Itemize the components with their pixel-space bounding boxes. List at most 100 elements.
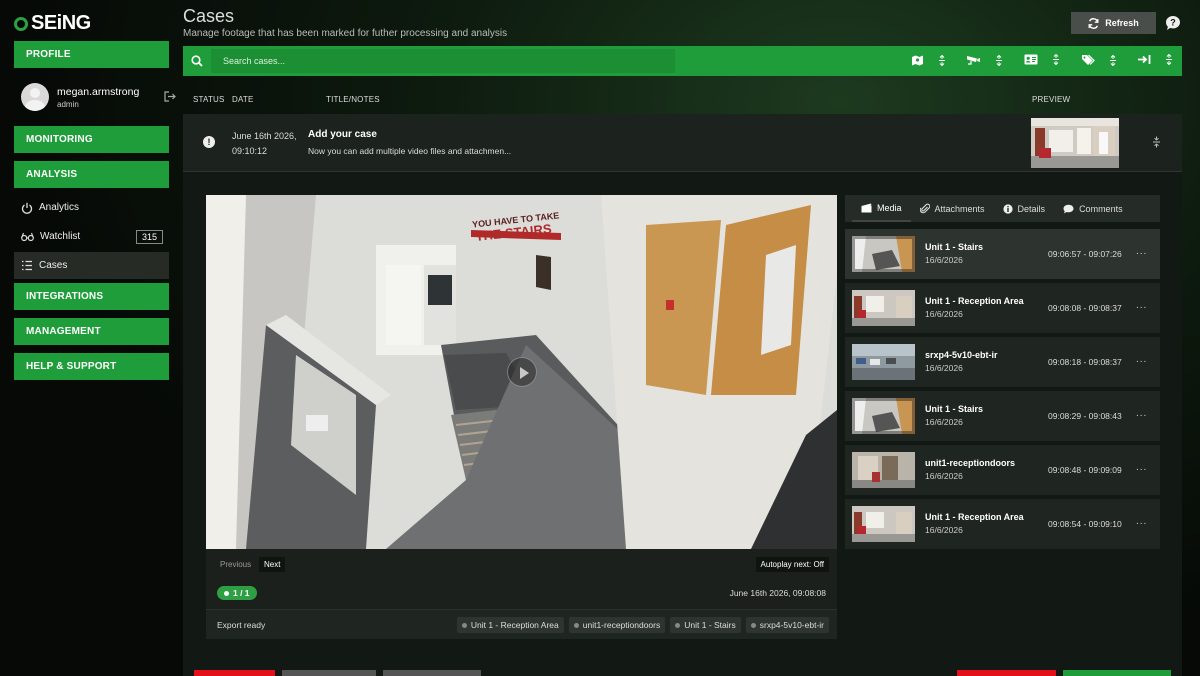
avatar[interactable] [21, 83, 49, 111]
camera-tag[interactable]: Unit 1 - Reception Area [456, 617, 564, 633]
more-options-icon[interactable]: ... [1136, 408, 1147, 419]
case-row[interactable]: ! June 16th 2026, 09:10:12 Add your case… [183, 114, 1182, 172]
nav-integrations[interactable]: INTEGRATIONS [14, 283, 169, 310]
help-chat-icon[interactable]: ? [1165, 15, 1181, 31]
media-time-range: 09:08:18 - 09:08:37 [1048, 357, 1122, 367]
more-options-icon[interactable]: ... [1136, 354, 1147, 365]
media-item[interactable]: Unit 1 - Reception Area 16/6/2026 09:08:… [845, 283, 1160, 333]
sort-icon[interactable] [938, 54, 946, 66]
logo-gear-icon [14, 16, 28, 31]
sidebar-item-label: Watchlist [40, 231, 81, 242]
user-card: megan.armstrong admin [21, 83, 176, 111]
tertiary-action-button[interactable] [383, 670, 481, 676]
tab-comments[interactable]: Comments [1054, 195, 1132, 222]
tags-icon [1082, 54, 1095, 65]
arrow-right-to-line-icon [1138, 55, 1151, 64]
video-timestamp: June 16th 2026, 09:08:08 [729, 588, 826, 598]
sidebar: SEiNG PROFILE megan.armstrong admin MONI… [0, 0, 183, 676]
tab-attachments[interactable]: Attachments [911, 195, 994, 222]
more-options-icon[interactable]: ... [1136, 516, 1147, 527]
sort-icon[interactable] [1165, 54, 1173, 65]
play-button[interactable] [507, 357, 537, 387]
filter-export[interactable] [1137, 54, 1173, 65]
sidebar-item-cases[interactable]: Cases [14, 252, 169, 279]
export-status: Export ready [217, 620, 266, 630]
user-role: admin [57, 100, 79, 109]
search-input[interactable] [211, 49, 675, 73]
nav-monitoring[interactable]: MONITORING [14, 126, 169, 153]
nav-help-support[interactable]: HELP & SUPPORT [14, 353, 169, 380]
user-name: megan.armstrong [57, 86, 140, 98]
tab-media[interactable]: Media [852, 195, 911, 222]
more-options-icon[interactable]: ... [1136, 300, 1147, 311]
sort-icon[interactable] [995, 54, 1003, 66]
video-player[interactable]: YOU HAVE TO TAKE THE STAIRS [206, 195, 837, 549]
logo-text: SEiNG [31, 12, 91, 34]
refresh-label: Refresh [1105, 18, 1139, 28]
nav-analysis[interactable]: ANALYSIS [14, 161, 169, 188]
media-item[interactable]: srxp4-5v10-ebt-ir 16/6/2026 09:08:18 - 0… [845, 337, 1160, 387]
expand-collapse-icon[interactable] [1152, 136, 1161, 148]
next-button[interactable]: Next [259, 557, 286, 572]
filter-tags[interactable] [1081, 54, 1117, 66]
sidebar-item-analytics[interactable]: Analytics [14, 194, 169, 221]
tab-details[interactable]: Details [994, 195, 1055, 222]
map-icon [912, 55, 923, 66]
filter-camera[interactable] [966, 54, 1003, 66]
refresh-button[interactable]: Refresh [1071, 12, 1156, 34]
sidebar-item-label: Cases [39, 260, 68, 271]
column-header-preview: PREVIEW [1032, 95, 1071, 104]
tab-label: Details [1017, 203, 1046, 214]
filter-location[interactable] [911, 54, 946, 66]
media-thumbnail [852, 344, 915, 380]
media-item[interactable]: Unit 1 - Stairs 16/6/2026 09:06:57 - 09:… [845, 229, 1160, 279]
watchlist-count-badge: 315 [135, 229, 163, 244]
tab-label: Attachments [934, 203, 985, 214]
case-preview-thumbnail[interactable] [1031, 118, 1119, 168]
sidebar-item-watchlist[interactable]: Watchlist 315 [14, 223, 169, 250]
secondary-action-button[interactable] [282, 670, 376, 676]
sort-icon[interactable] [1109, 54, 1117, 66]
pager-text: 1 / 1 [233, 588, 250, 598]
paperclip-icon [919, 203, 930, 214]
media-thumbnail [852, 452, 915, 488]
tag-label: unit1-receptiondoors [582, 620, 661, 630]
save-button[interactable] [1063, 670, 1171, 676]
column-header-date[interactable]: DATE [232, 95, 254, 104]
camera-tag[interactable]: srxp4-5v10-ebt-ir [745, 617, 829, 633]
more-options-icon[interactable]: ... [1136, 246, 1147, 257]
autoplay-toggle[interactable]: Autoplay next: Off [755, 557, 829, 572]
media-title: srxp4-5v10-ebt-ir [925, 350, 998, 360]
power-icon [21, 202, 33, 214]
sort-icon[interactable] [1052, 54, 1060, 65]
delete-case-button[interactable] [194, 670, 275, 676]
camera-tag[interactable]: unit1-receptiondoors [568, 617, 666, 633]
search-icon[interactable] [191, 55, 203, 67]
column-header-status[interactable]: STATUS [193, 95, 225, 104]
case-notes: Now you can add multiple video files and… [308, 146, 512, 156]
previous-button[interactable]: Previous [216, 557, 255, 572]
column-header-title[interactable]: TITLE/NOTES [326, 95, 380, 104]
discard-button[interactable] [957, 670, 1056, 676]
logout-icon[interactable] [164, 91, 176, 102]
tag-label: srxp4-5v10-ebt-ir [759, 620, 824, 630]
media-time-range: 09:08:08 - 09:08:37 [1048, 303, 1122, 313]
refresh-icon [1088, 17, 1099, 29]
more-options-icon[interactable]: ... [1136, 462, 1147, 473]
id-card-icon [1024, 54, 1038, 65]
media-item[interactable]: Unit 1 - Stairs 16/6/2026 09:08:29 - 09:… [845, 391, 1160, 441]
media-date: 16/6/2026 [925, 417, 963, 427]
media-title: Unit 1 - Stairs [925, 404, 984, 414]
media-item[interactable]: Unit 1 - Reception Area 16/6/2026 09:08:… [845, 499, 1160, 549]
camera-tag[interactable]: Unit 1 - Stairs [670, 617, 741, 633]
media-item[interactable]: unit1-receptiondoors 16/6/2026 09:08:48 … [845, 445, 1160, 495]
nav-profile[interactable]: PROFILE [14, 41, 169, 68]
logo[interactable]: SEiNG [14, 12, 91, 35]
tag-label: Unit 1 - Stairs [684, 620, 736, 630]
media-time-range: 09:06:57 - 09:07:26 [1048, 249, 1122, 259]
case-title: Add your case [308, 129, 377, 140]
nav-management[interactable]: MANAGEMENT [14, 318, 169, 345]
filter-id[interactable] [1024, 54, 1060, 65]
status-alert-icon: ! [203, 136, 215, 148]
tag-dot-icon [573, 622, 579, 628]
